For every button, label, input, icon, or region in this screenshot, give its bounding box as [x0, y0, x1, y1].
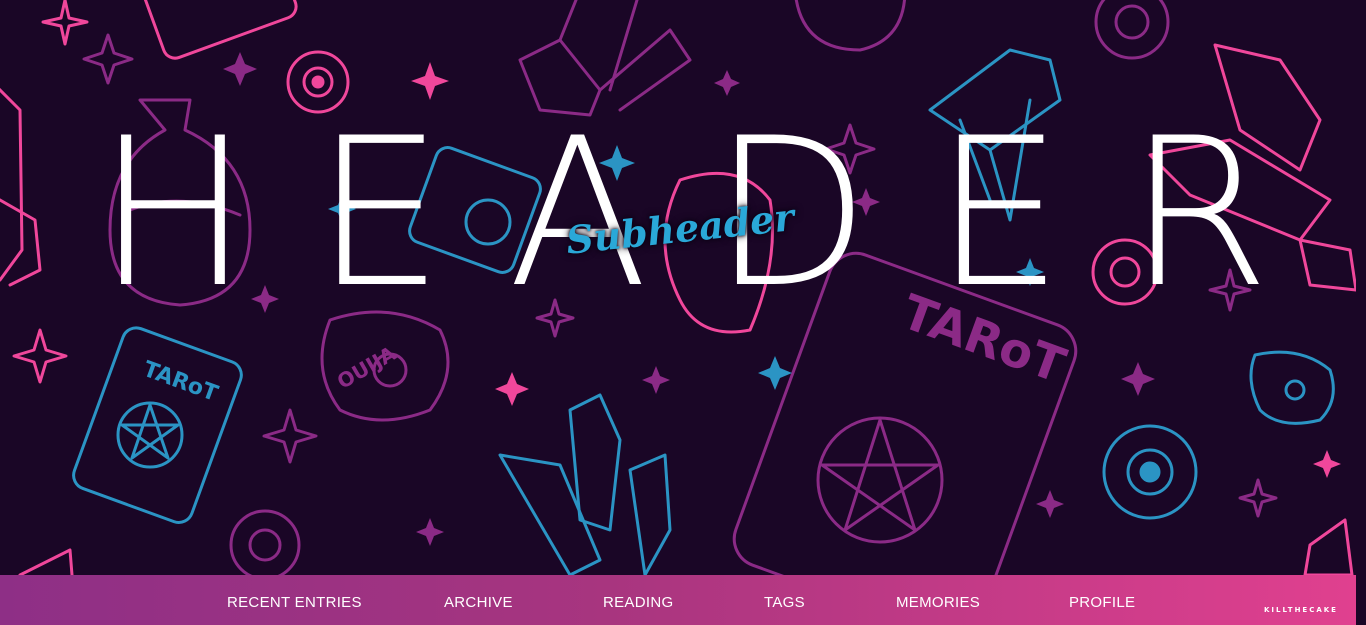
crystal-icon	[498, 393, 672, 577]
crystal-icon	[18, 548, 74, 577]
eye-icon	[1102, 424, 1198, 520]
tarot-card-icon	[142, 0, 298, 60]
eye-icon	[229, 509, 301, 581]
nav-item-profile[interactable]: PROFILE	[1069, 594, 1135, 611]
svg-text:TARoT: TARoT	[140, 357, 221, 407]
nav-item-memories[interactable]: MEMORIES	[896, 594, 980, 611]
nav-item-reading[interactable]: READING	[603, 594, 673, 611]
page-edge	[1356, 0, 1366, 625]
ouija-planchette-icon	[1249, 350, 1335, 425]
ouija-planchette-icon	[794, 0, 907, 52]
nav-item-recent-entries[interactable]: RECENT ENTRIES	[227, 594, 362, 611]
theme-credit[interactable]: KILLTHECAKE	[1264, 606, 1338, 614]
nav-item-archive[interactable]: ARCHIVE	[444, 594, 513, 611]
main-navigation: RECENT ENTRIES ARCHIVE READING TAGS MEMO…	[0, 575, 1356, 625]
eye-icon	[1094, 0, 1170, 60]
tarot-card-icon: TARoT	[72, 326, 243, 524]
crystal-icon	[1303, 518, 1354, 577]
nav-item-tags[interactable]: TAGS	[764, 594, 805, 611]
